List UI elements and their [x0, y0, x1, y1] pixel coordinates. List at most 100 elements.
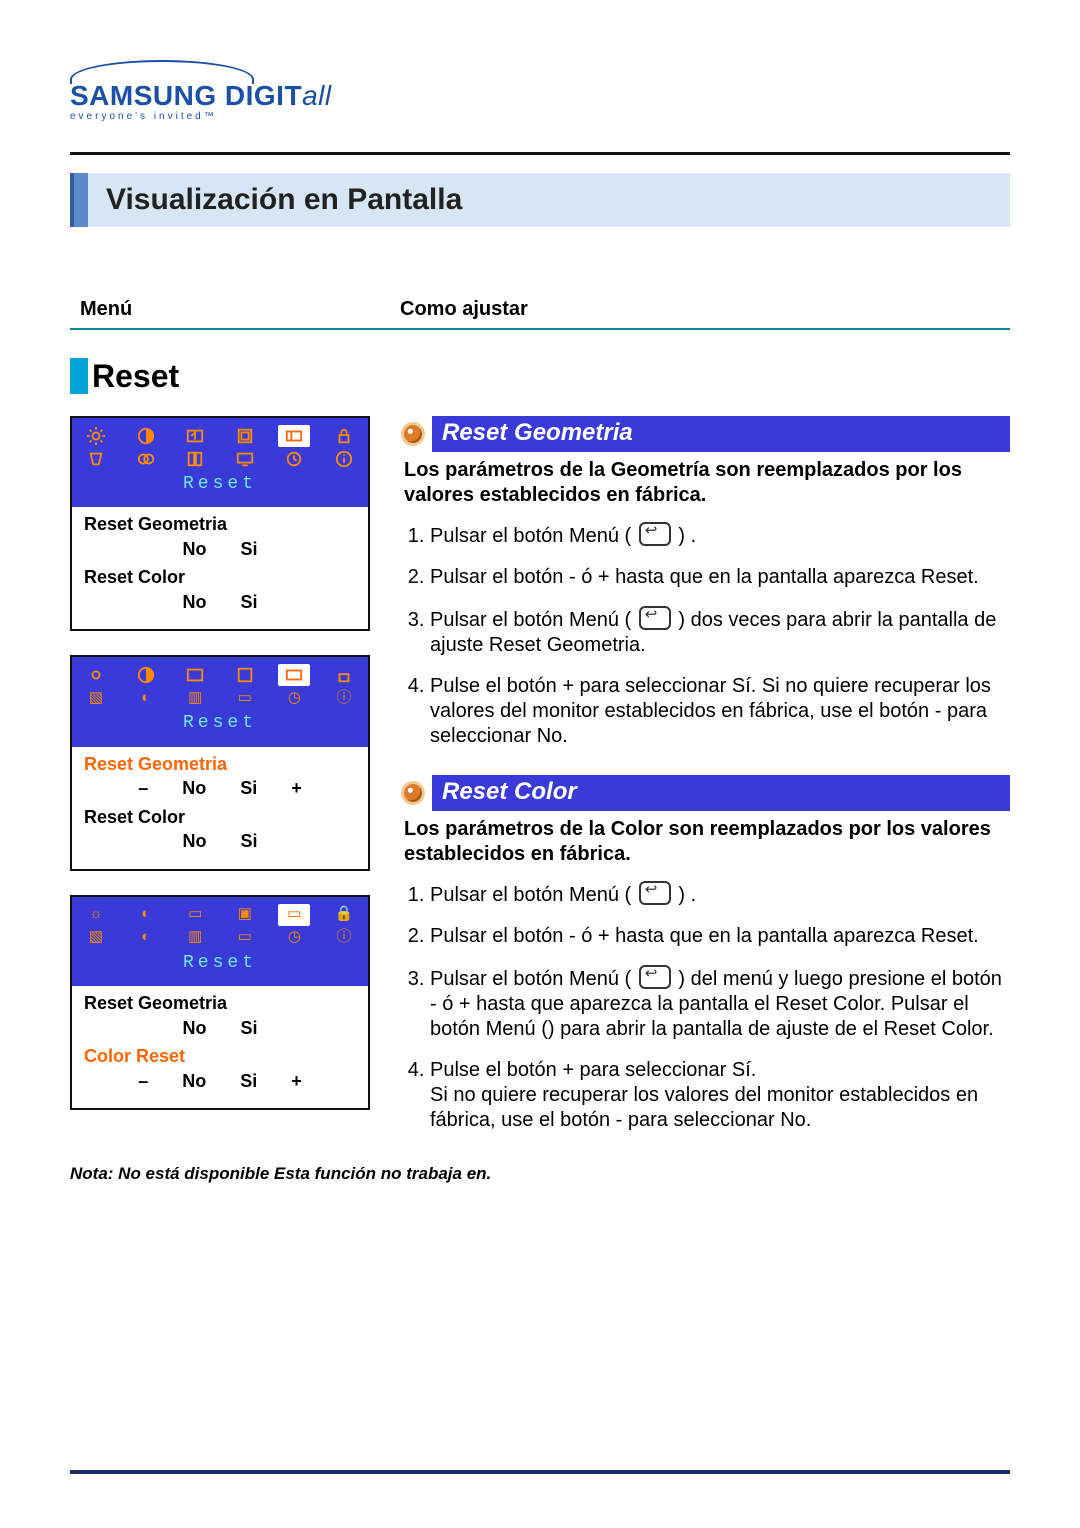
osd-line: Reset Geometria [84, 513, 356, 536]
step-tail: ) . [673, 884, 696, 906]
thin-rule [70, 328, 1010, 330]
geometry-icon [80, 448, 112, 470]
plus-icon: + [291, 1070, 302, 1093]
item-lead: Los parámetros de la Geometría son reemp… [404, 458, 1010, 508]
opt-si: Si [240, 538, 257, 561]
osd-options: No Si [84, 830, 356, 853]
page-title-bar: Visualización en Pantalla [70, 173, 1010, 227]
step: Pulsar el botón Menú ( ) . [430, 522, 1010, 549]
step-tail: ) . [673, 525, 696, 547]
lock-icon: 🔒 [328, 904, 360, 926]
color-icon: ◐ [130, 927, 162, 949]
osd-panel-2: ▧ ◐ ▥ ▭ ◷ ⓘ Reset Reset Geometria – No S… [70, 655, 370, 871]
zoom-icon [179, 448, 211, 470]
size-icon [229, 425, 261, 447]
bullet-icon [404, 784, 422, 802]
opt-no: No [182, 1017, 206, 1040]
menu-button-icon [639, 522, 671, 546]
info-icon: ⓘ [328, 687, 360, 709]
item-title: Reset Color [432, 775, 1010, 811]
opt-no: No [182, 538, 206, 561]
col-header-howto: Como ajustar [400, 297, 1000, 322]
zoom-icon: ▥ [179, 927, 211, 949]
geometry-icon: ▧ [80, 927, 112, 949]
clock-icon: ◷ [278, 687, 310, 709]
osd-column: Reset Reset Geometria No Si Reset Color … [70, 416, 370, 1135]
contrast-icon [130, 425, 162, 447]
step: Pulsar el botón - ó + hasta que en la pa… [430, 924, 1010, 949]
step-text: Pulsar el botón Menú ( [430, 609, 631, 631]
brand-tagline: everyone's invited™ [70, 111, 1010, 124]
osd-options: No Si [84, 538, 356, 561]
brightness-icon: ☼ [80, 904, 112, 926]
opt-si: Si [240, 777, 257, 800]
step: Pulsar el botón Menú ( ) dos veces para … [430, 606, 1010, 658]
opt-si: Si [240, 591, 257, 614]
osd-title: Reset [80, 471, 360, 500]
plus-icon: + [291, 777, 302, 800]
step: Pulsar el botón Menú ( ) del menú y lueg… [430, 965, 1010, 1042]
menu-button-icon [639, 965, 671, 989]
info-icon: ⓘ [328, 927, 360, 949]
osd-line: Reset Geometria [84, 992, 356, 1015]
menu-button-icon [639, 606, 671, 630]
position-icon [179, 425, 211, 447]
reset-icon: ▭ [278, 904, 310, 926]
instructions-column: Reset Geometria Los parámetros de la Geo… [404, 416, 1010, 1159]
osd-line-selected: Reset Geometria [84, 753, 356, 776]
osd-iconbar: ▧ ◐ ▥ ▭ ◷ ⓘ Reset [72, 657, 368, 747]
lock-icon [328, 425, 360, 447]
brand-logo: SAMSUNG DIGITall everyone's invited™ [70, 60, 1010, 124]
position-icon [179, 664, 211, 686]
osd-iconbar: Reset [72, 418, 368, 508]
step: Pulsar el botón - ó + hasta que en la pa… [430, 565, 1010, 590]
section-title-text: Reset [92, 356, 179, 396]
menu-button-icon [639, 881, 671, 905]
step: Pulse el botón + para seleccionar Sí. Si… [430, 1058, 1010, 1133]
opt-no: No [182, 830, 206, 853]
step-text: Pulsar el botón Menú ( [430, 525, 631, 547]
footer-rule [70, 1470, 1010, 1474]
clock-icon [278, 448, 310, 470]
minus-icon: – [138, 777, 148, 800]
steps-geom: Pulsar el botón Menú ( ) . Pulsar el bot… [404, 522, 1010, 749]
geometry-icon: ▧ [80, 687, 112, 709]
zoom-icon: ▥ [179, 687, 211, 709]
osd-title: Reset [80, 950, 360, 979]
brand-main: SAMSUNG DIGIT [70, 80, 302, 111]
color-icon [130, 448, 162, 470]
osd-line: Reset Color [84, 806, 356, 829]
step-text: Pulsar el botón Menú ( [430, 884, 631, 906]
bullet-icon [404, 425, 422, 443]
brightness-icon [80, 664, 112, 686]
osd-iconbar: ☼ ◐ ▭ ▣ ▭ 🔒 ▧ ◐ ▥ ▭ ◷ ⓘ Reset [72, 897, 368, 987]
osd-options: – No Si + [84, 1070, 356, 1093]
opt-si: Si [240, 1070, 257, 1093]
size-icon: ▣ [229, 904, 261, 926]
position-icon: ▭ [179, 904, 211, 926]
item-header-geom: Reset Geometria [404, 416, 1010, 452]
step: Pulse el botón + para seleccionar Sí. Si… [430, 674, 1010, 749]
opt-no: No [182, 591, 206, 614]
clock-icon: ◷ [278, 927, 310, 949]
osd-title: Reset [80, 710, 360, 739]
brand-suffix: all [302, 80, 332, 111]
screen-icon [229, 448, 261, 470]
reset-icon [278, 664, 310, 686]
step-text: Pulsar el botón Menú ( [430, 968, 631, 990]
brightness-icon [80, 425, 112, 447]
osd-options: No Si [84, 591, 356, 614]
item-lead: Los parámetros de la Color son reemplaza… [404, 817, 1010, 867]
opt-no: No [182, 777, 206, 800]
osd-line: Reset Color [84, 566, 356, 589]
osd-panel-1: Reset Reset Geometria No Si Reset Color … [70, 416, 370, 632]
size-icon [229, 664, 261, 686]
minus-icon: – [138, 1070, 148, 1093]
opt-no: No [182, 1070, 206, 1093]
screen-icon: ▭ [229, 687, 261, 709]
contrast-icon [130, 664, 162, 686]
info-icon [328, 448, 360, 470]
page-title: Visualización en Pantalla [88, 173, 480, 227]
column-headers: Menú Como ajustar [70, 297, 1010, 322]
item-title: Reset Geometria [432, 416, 1010, 452]
